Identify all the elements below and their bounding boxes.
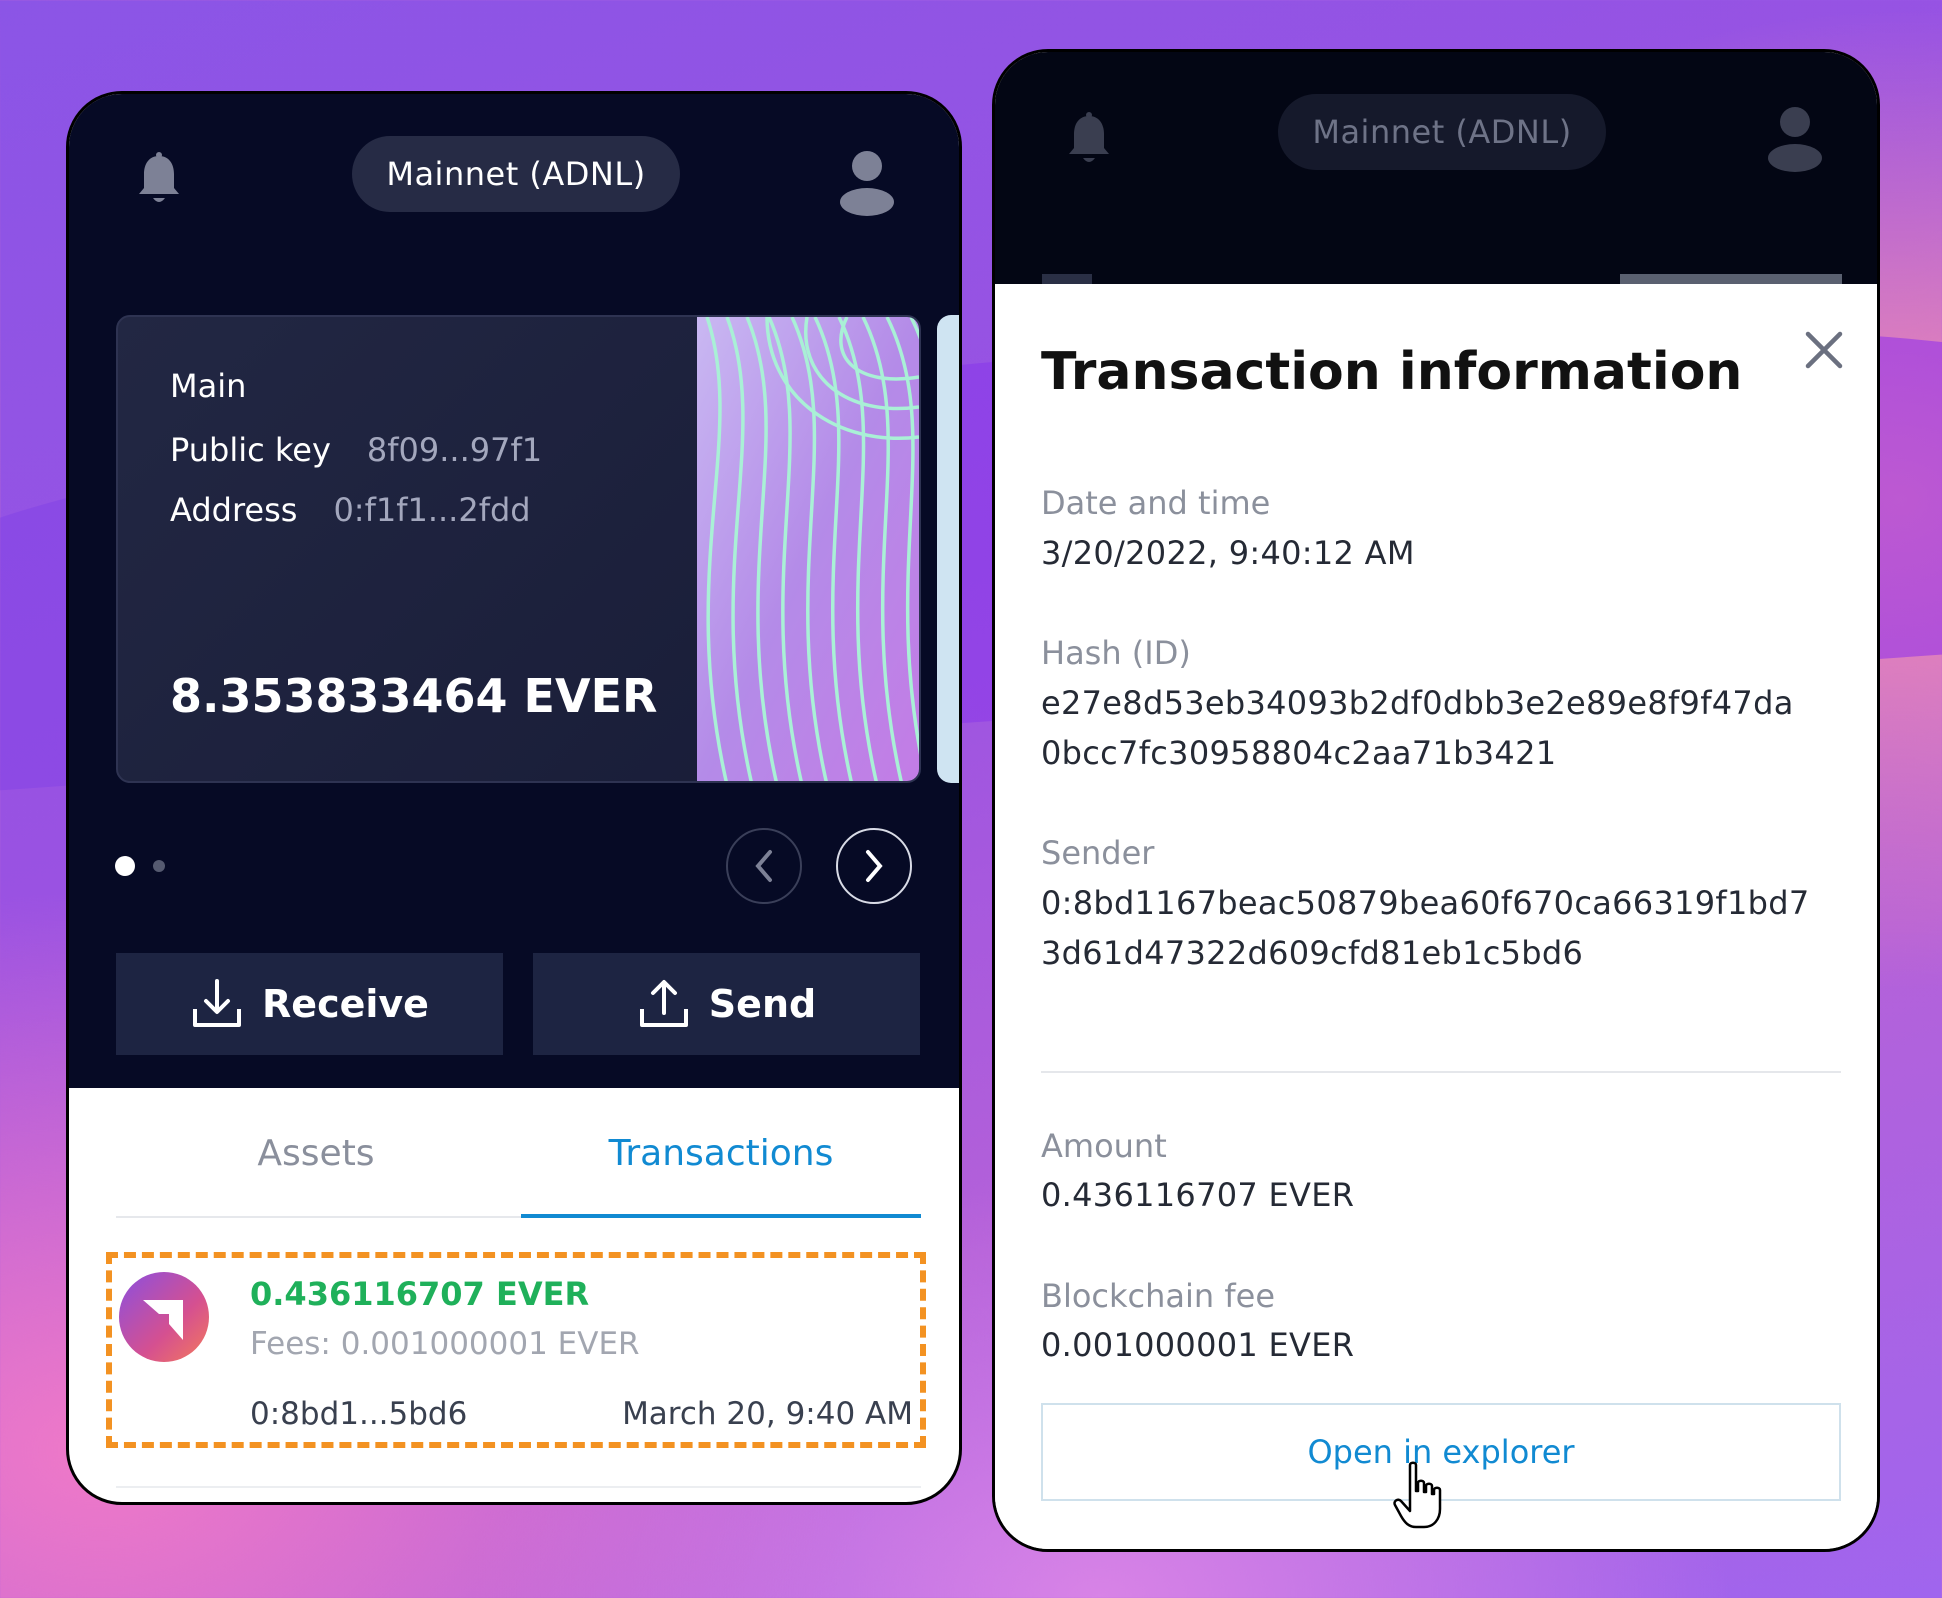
download-icon xyxy=(193,979,242,1027)
highlight-outline xyxy=(106,1252,926,1448)
receive-button[interactable]: Receive xyxy=(116,953,503,1055)
card-peek xyxy=(1042,274,1092,284)
amount-value: 0.436116707 EVER xyxy=(1041,1176,1355,1214)
wallet-tabs: Assets Transactions xyxy=(116,1088,921,1228)
hand-cursor-icon xyxy=(1393,1461,1442,1529)
address-value[interactable]: 0:f1f1...2fdd xyxy=(333,491,530,529)
hash-line-1: e27e8d53eb34093b2df0dbb3e2e89e8f9f47da xyxy=(1041,684,1794,722)
transaction-info-modal: Transaction information Date and time 3/… xyxy=(995,284,1877,1549)
tab-assets[interactable]: Assets xyxy=(116,1088,516,1218)
carousel-prev-button[interactable] xyxy=(726,828,802,904)
carousel-dot-active[interactable] xyxy=(115,856,135,876)
address-label: Address xyxy=(170,491,298,529)
card-art-peek xyxy=(1620,274,1842,284)
modal-title: Transaction information xyxy=(1041,342,1743,402)
public-key-label: Public key xyxy=(170,431,331,469)
user-icon xyxy=(1768,107,1822,172)
hash-value[interactable]: e27e8d53eb34093b2df0dbb3e2e89e8f9f47da 0… xyxy=(1041,678,1794,778)
transaction-details-screen: Mainnet (ADNL) Transaction information D… xyxy=(992,49,1880,1552)
section-divider xyxy=(1041,1071,1841,1073)
sender-label: Sender xyxy=(1041,834,1155,872)
hash-line-2: 0bcc7fc30958804c2aa71b3421 xyxy=(1041,734,1557,772)
upload-icon xyxy=(639,980,688,1027)
public-key-value[interactable]: 8f09...97f1 xyxy=(367,431,542,469)
close-icon[interactable] xyxy=(1802,328,1846,372)
sender-line-1: 0:8bd1167beac50879bea60f670ca66319f1bd7 xyxy=(1041,884,1810,922)
list-divider xyxy=(116,1486,921,1488)
carousel-next-button[interactable] xyxy=(836,828,912,904)
card-wave-art xyxy=(697,317,919,781)
user-icon[interactable] xyxy=(839,150,895,216)
account-card[interactable]: Main Public key 8f09...97f1 Address 0:f1f1… xyxy=(116,315,921,783)
chevron-left-icon xyxy=(755,850,772,882)
tab-transactions[interactable]: Transactions xyxy=(521,1088,921,1218)
bell-icon xyxy=(1069,112,1109,162)
receive-label: Receive xyxy=(262,982,429,1026)
network-selector[interactable]: Mainnet (ADNL) xyxy=(352,136,680,212)
account-name: Main xyxy=(170,367,247,405)
wallet-header: Mainnet (ADNL) Main Public key 8f09...97f… xyxy=(69,94,959,1088)
account-balance: 8.353833464 EVER xyxy=(170,669,658,723)
wallet-main-screen: Mainnet (ADNL) Main Public key 8f09...97f… xyxy=(66,91,962,1505)
amount-label: Amount xyxy=(1041,1127,1167,1165)
date-value: 3/20/2022, 9:40:12 AM xyxy=(1041,534,1415,572)
dimmed-wallet-header: Mainnet (ADNL) xyxy=(995,52,1877,284)
fee-value: 0.001000001 EVER xyxy=(1041,1326,1355,1364)
date-label: Date and time xyxy=(1041,484,1271,522)
transaction-list-item[interactable]: 0.436116707 EVER Fees: 0.001000001 EVER … xyxy=(106,1252,926,1452)
chevron-right-icon xyxy=(866,850,883,882)
bell-icon[interactable] xyxy=(135,152,183,208)
public-key-row: Public key 8f09...97f1 xyxy=(170,431,542,469)
active-tab-indicator xyxy=(521,1214,921,1218)
fee-label: Blockchain fee xyxy=(1041,1277,1276,1315)
address-row: Address 0:f1f1...2fdd xyxy=(170,491,531,529)
send-label: Send xyxy=(708,982,817,1026)
sender-line-2: 3d61d47322d609cfd81eb1c5bd6 xyxy=(1041,934,1584,972)
next-account-card-peek[interactable] xyxy=(937,315,959,783)
carousel-dot[interactable] xyxy=(153,860,165,872)
sender-value[interactable]: 0:8bd1167beac50879bea60f670ca66319f1bd7 … xyxy=(1041,878,1810,978)
hash-label: Hash (ID) xyxy=(1041,634,1191,672)
network-selector: Mainnet (ADNL) xyxy=(1278,94,1606,170)
send-button[interactable]: Send xyxy=(533,953,920,1055)
